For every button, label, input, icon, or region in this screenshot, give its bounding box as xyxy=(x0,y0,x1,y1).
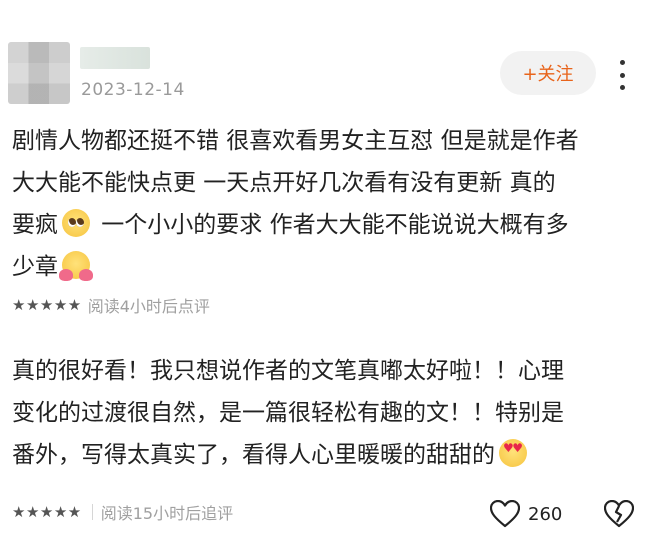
rating-stars-icon: ★★★★★ xyxy=(12,296,82,314)
pleading-face-icon xyxy=(62,209,90,237)
review-1-line-4: 一个小小的要求 作者大大能不能说说大概有多 xyxy=(94,212,569,238)
divider xyxy=(91,504,93,520)
review-2-meta: ★★★★★ 阅读15小时后追评 xyxy=(12,500,233,524)
review-2-line-3: 番外，写得太真实了，看得人心里暖暖的甜甜的 xyxy=(12,442,495,468)
avatar[interactable] xyxy=(8,42,70,104)
broken-heart-icon xyxy=(603,499,635,528)
like-button[interactable]: 260 xyxy=(490,500,562,528)
heart-eyes-face-icon xyxy=(499,439,527,467)
review-2-meta-text: 阅读15小时后追评 xyxy=(100,504,234,523)
review-1-meta-text: 阅读4小时后点评 xyxy=(87,297,210,316)
review-1-meta: ★★★★★ 阅读4小时后点评 xyxy=(12,293,210,317)
review-text-1: 剧情人物都还挺不错 很喜欢看男女主互怼 但是就是作者 大大能不能快点更 一天点开… xyxy=(12,120,632,288)
username-blurred[interactable] xyxy=(80,47,150,69)
dislike-button[interactable] xyxy=(603,499,635,532)
review-2-line-2: 变化的过渡很自然，是一篇很轻松有趣的文！！特别是 xyxy=(12,400,564,426)
like-count: 260 xyxy=(528,503,563,525)
review-1-line-1: 剧情人物都还挺不错 很喜欢看男女主互怼 但是就是作者 xyxy=(12,128,579,154)
follow-button[interactable]: +关注 xyxy=(500,51,596,95)
review-1-line-5: 少章 xyxy=(12,254,58,280)
hugging-face-icon xyxy=(59,251,93,281)
post-date: 2023-12-14 xyxy=(81,80,185,100)
review-2-line-1: 真的很好看！我只想说作者的文笔真嘟太好啦！！心理 xyxy=(12,358,564,384)
heart-outline-icon xyxy=(490,500,520,528)
review-text-2: 真的很好看！我只想说作者的文笔真嘟太好啦！！心理 变化的过渡很自然，是一篇很轻松… xyxy=(12,350,632,476)
more-options-icon[interactable] xyxy=(612,60,632,90)
review-1-line-2: 大大能不能快点更 一天点开好几次看有没有更新 真的 xyxy=(12,170,556,196)
rating-stars-icon: ★★★★★ xyxy=(12,503,82,521)
review-1-line-3: 要疯 xyxy=(12,212,58,238)
